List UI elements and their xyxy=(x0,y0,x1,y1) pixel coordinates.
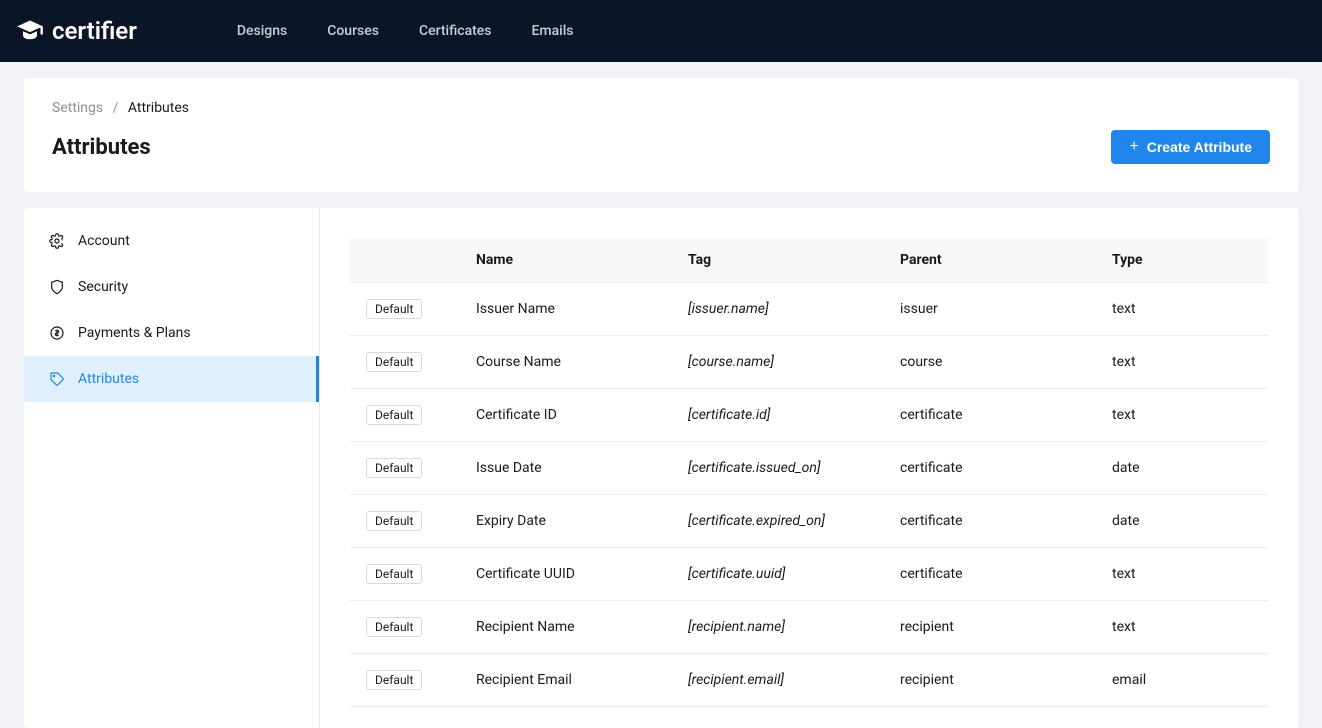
brand[interactable]: certifier xyxy=(16,17,137,45)
table-header-tag: Tag xyxy=(672,238,884,283)
cell-parent: recipient xyxy=(884,601,1096,654)
cell-name: Course Name xyxy=(460,336,672,389)
sidebar-item-attributes[interactable]: Attributes xyxy=(24,356,319,402)
cell-parent: certificate xyxy=(884,442,1096,495)
table-row[interactable]: Default Course Name[course.name]coursetex… xyxy=(350,336,1268,389)
cell-parent: recipient xyxy=(884,654,1096,707)
cell-name: Certificate UUID xyxy=(460,548,672,601)
cell-type: email xyxy=(1096,654,1268,707)
sidebar-item-label: Payments & Plans xyxy=(78,325,191,341)
breadcrumb-separator: / xyxy=(113,100,119,116)
cell-tag: [recipient.name] xyxy=(672,601,884,654)
tag-icon xyxy=(48,370,66,388)
content-card: Account Security Payments & Plans Attrib… xyxy=(24,208,1298,728)
page-title: Attributes xyxy=(52,135,151,160)
default-badge: Default xyxy=(366,352,422,372)
sidebar-item-label: Attributes xyxy=(78,371,139,387)
cell-type: text xyxy=(1096,548,1268,601)
shield-icon xyxy=(48,278,66,296)
gear-icon xyxy=(48,232,66,250)
breadcrumb-parent[interactable]: Settings xyxy=(52,100,103,116)
sidebar-item-account[interactable]: Account xyxy=(24,218,319,264)
cell-parent: issuer xyxy=(884,283,1096,336)
default-badge: Default xyxy=(366,405,422,425)
cell-name: Certificate ID xyxy=(460,389,672,442)
cell-tag: [certificate.issued_on] xyxy=(672,442,884,495)
nav-emails[interactable]: Emails xyxy=(532,23,574,39)
attributes-table: Name Tag Parent Type DefaultIssuer Name[… xyxy=(350,238,1268,707)
cell-name: Issuer Name xyxy=(460,283,672,336)
nav-certificates[interactable]: Certificates xyxy=(419,23,492,39)
cell-tag: [issuer.name] xyxy=(672,283,884,336)
cell-parent: certificate xyxy=(884,495,1096,548)
nav-courses[interactable]: Courses xyxy=(327,23,379,39)
cell-tag: [certificate.id] xyxy=(672,389,884,442)
cell-tag: [course.name] xyxy=(672,336,884,389)
top-nav: Designs Courses Certificates Emails xyxy=(237,23,574,39)
nav-designs[interactable]: Designs xyxy=(237,23,287,39)
sidebar-item-label: Account xyxy=(78,233,130,249)
table-header-type: Type xyxy=(1096,238,1268,283)
table-header-blank xyxy=(350,238,460,283)
cell-type: text xyxy=(1096,336,1268,389)
cell-name: Recipient Name xyxy=(460,601,672,654)
cell-type: text xyxy=(1096,601,1268,654)
default-badge: Default xyxy=(366,564,422,584)
graduation-cap-icon xyxy=(16,17,44,45)
table-header-parent: Parent xyxy=(884,238,1096,283)
top-bar: certifier Designs Courses Certificates E… xyxy=(0,0,1322,62)
breadcrumb-current: Attributes xyxy=(128,100,189,116)
cell-parent: certificate xyxy=(884,389,1096,442)
table-header-name: Name xyxy=(460,238,672,283)
table-row[interactable]: Default Certificate ID[certificate.id]cer… xyxy=(350,389,1268,442)
cell-type: text xyxy=(1096,389,1268,442)
default-badge: Default xyxy=(366,617,422,637)
cell-tag: [recipient.email] xyxy=(672,654,884,707)
create-attribute-label: Create Attribute xyxy=(1147,139,1252,155)
sidebar-item-payments[interactable]: Payments & Plans xyxy=(24,310,319,356)
cell-name: Expiry Date xyxy=(460,495,672,548)
default-badge: Default xyxy=(366,458,422,478)
table-row[interactable]: Default Certificate UUID[certificate.uuid… xyxy=(350,548,1268,601)
default-badge: Default xyxy=(366,299,422,319)
plus-icon: + xyxy=(1129,139,1138,155)
table-row[interactable]: Default Issuer Name[issuer.name]issuertex… xyxy=(350,283,1268,336)
cell-type: date xyxy=(1096,442,1268,495)
sidebar-item-security[interactable]: Security xyxy=(24,264,319,310)
cell-tag: [certificate.expired_on] xyxy=(672,495,884,548)
dollar-icon xyxy=(48,324,66,342)
cell-name: Issue Date xyxy=(460,442,672,495)
cell-name: Recipient Email xyxy=(460,654,672,707)
table-row[interactable]: Default Expiry Date[certificate.expired_o… xyxy=(350,495,1268,548)
settings-sidebar: Account Security Payments & Plans Attrib… xyxy=(24,208,320,728)
page-header: Settings / Attributes Attributes + Creat… xyxy=(24,78,1298,192)
create-attribute-button[interactable]: + Create Attribute xyxy=(1111,130,1270,164)
table-row[interactable]: Default Recipient Name[recipient.name]rec… xyxy=(350,601,1268,654)
cell-tag: [certificate.uuid] xyxy=(672,548,884,601)
table-row[interactable]: Default Issue Date[certificate.issued_on]… xyxy=(350,442,1268,495)
cell-type: date xyxy=(1096,495,1268,548)
table-header-row: Name Tag Parent Type xyxy=(350,238,1268,283)
brand-name: certifier xyxy=(52,17,137,45)
cell-parent: certificate xyxy=(884,548,1096,601)
cell-parent: course xyxy=(884,336,1096,389)
sidebar-item-label: Security xyxy=(78,279,128,295)
table-row[interactable]: Default Recipient Email[recipient.email]r… xyxy=(350,654,1268,707)
default-badge: Default xyxy=(366,511,422,531)
breadcrumb: Settings / Attributes xyxy=(52,100,1270,116)
cell-type: text xyxy=(1096,283,1268,336)
main-content: Name Tag Parent Type DefaultIssuer Name[… xyxy=(320,208,1298,728)
default-badge: Default xyxy=(366,670,422,690)
